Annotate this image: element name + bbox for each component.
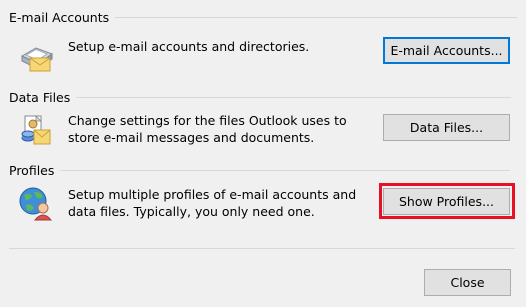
email-accounts-group: E-mail Accounts	[9, 10, 518, 25]
close-button[interactable]: Close	[424, 269, 511, 296]
profiles-icon	[16, 183, 56, 223]
data-files-button[interactable]: Data Files...	[383, 114, 510, 141]
data-files-icon	[16, 110, 56, 150]
data-files-description: Change settings for the files Outlook us…	[68, 112, 347, 146]
profiles-group: Profiles	[9, 163, 511, 178]
profiles-description-line2: data files. Typically, you only need one…	[68, 204, 315, 219]
email-accounts-icon	[16, 34, 56, 74]
email-accounts-description: Setup e-mail accounts and directories.	[68, 39, 310, 54]
divider	[115, 17, 518, 18]
profiles-title: Profiles	[9, 163, 55, 178]
divider	[60, 170, 511, 171]
profiles-description-line1: Setup multiple profiles of e-mail accoun…	[68, 187, 357, 202]
email-accounts-button[interactable]: E-mail Accounts...	[383, 37, 510, 64]
profiles-description: Setup multiple profiles of e-mail accoun…	[68, 186, 356, 220]
divider	[76, 97, 512, 98]
email-accounts-title: E-mail Accounts	[9, 10, 110, 25]
data-files-description-line1: Change settings for the files Outlook us…	[68, 113, 347, 128]
data-files-title: Data Files	[9, 90, 71, 105]
data-files-description-line2: store e-mail messages and documents.	[68, 130, 315, 145]
bottom-separator	[9, 248, 515, 249]
data-files-group: Data Files	[9, 90, 512, 105]
highlight-box	[379, 183, 515, 219]
